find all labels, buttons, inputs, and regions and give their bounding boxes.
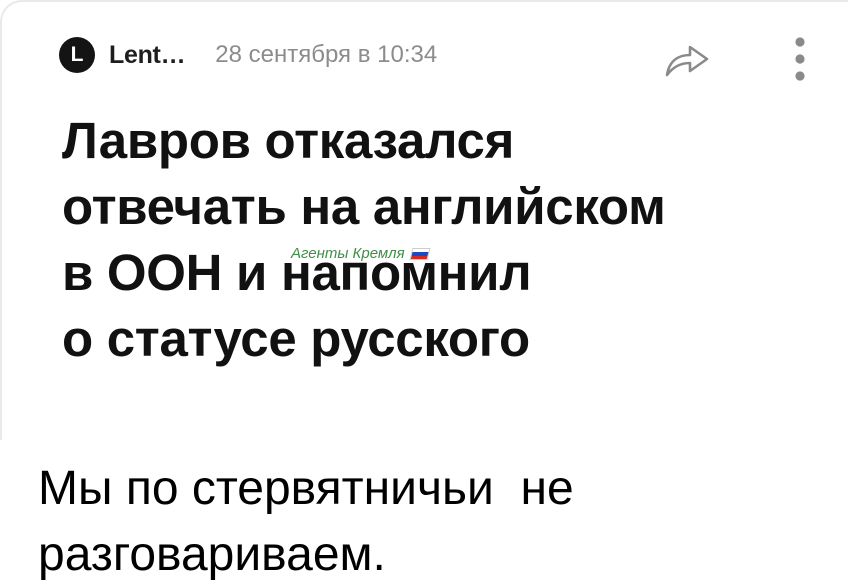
post-date: 28 сентября в 10:34 xyxy=(215,41,438,68)
watermark: Агенты Кремля xyxy=(291,245,431,262)
share-arrow-icon[interactable] xyxy=(663,38,711,78)
headline-line: о статусе русского xyxy=(62,310,530,367)
flag-stripe-red xyxy=(410,255,428,259)
headline-line: в ООН и напомнил xyxy=(62,244,532,301)
more-vertical-icon[interactable] xyxy=(792,36,808,82)
post-header: L Lent… 28 сентября в 10:34 xyxy=(59,33,437,77)
flag-stripe-blue xyxy=(411,251,429,256)
russian-flag-icon xyxy=(409,247,431,260)
source-logo-letter: L xyxy=(70,43,84,66)
meme-caption: Мы по стервятничьи не разговариваем. xyxy=(38,456,838,588)
source-name[interactable]: Lent… xyxy=(109,41,186,70)
flag-stripe-white xyxy=(412,248,429,252)
source-logo-icon[interactable]: L xyxy=(59,37,95,73)
caption-line: разговариваем. xyxy=(38,528,386,581)
headline-line: Лавров отказался xyxy=(62,112,515,169)
caption-line: Мы по стервятничьи не xyxy=(38,462,574,515)
headline-line: отвечать на английском xyxy=(62,178,666,235)
watermark-text: Агенты Кремля xyxy=(291,245,405,262)
headline[interactable]: Лавров отказался отвечать на английском … xyxy=(62,108,832,372)
news-card[interactable]: L Lent… 28 сентября в 10:34 Лавров отказ… xyxy=(0,0,848,440)
